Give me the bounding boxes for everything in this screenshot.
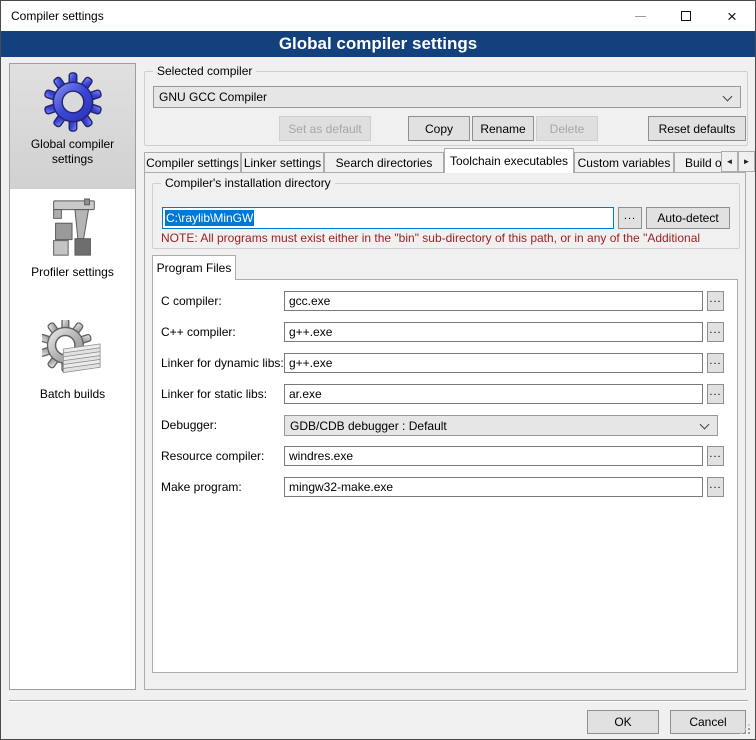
copy-button[interactable]: Copy bbox=[408, 116, 470, 141]
dynamic-linker-label: Linker for dynamic libs: bbox=[161, 356, 284, 370]
c-compiler-label: C compiler: bbox=[161, 294, 222, 308]
resource-compiler-input[interactable] bbox=[284, 446, 703, 466]
blue-gear-icon bbox=[43, 72, 103, 132]
resource-compiler-browse-button[interactable]: ... bbox=[707, 446, 724, 466]
tab-scroll-left-button[interactable]: ◄ bbox=[721, 151, 738, 172]
debugger-select[interactable]: GDB/CDB debugger : Default bbox=[284, 415, 718, 436]
bin-subdirectory-note: NOTE: All programs must exist either in … bbox=[161, 231, 735, 245]
sidebar-item-profiler-settings[interactable]: Profiler settings bbox=[10, 194, 135, 294]
c-compiler-browse-button[interactable]: ... bbox=[707, 291, 724, 311]
sidebar-item-batch-builds[interactable]: Batch builds bbox=[10, 316, 135, 416]
sidebar-item-label: Profiler settings bbox=[17, 265, 129, 280]
scroll-right-icon: ► bbox=[743, 157, 751, 166]
resource-compiler-label: Resource compiler: bbox=[161, 449, 264, 463]
delete-button[interactable]: Delete bbox=[536, 116, 598, 141]
maximize-button[interactable] bbox=[663, 1, 709, 31]
rename-button[interactable]: Rename bbox=[472, 116, 534, 141]
installation-directory-input[interactable]: C:\raylib\MinGW bbox=[162, 207, 614, 229]
sidebar-item-label: Batch builds bbox=[17, 387, 129, 402]
make-program-input[interactable] bbox=[284, 477, 703, 497]
sidebar-item-global-compiler-settings[interactable]: Global compiler settings bbox=[10, 64, 135, 189]
chevron-down-icon bbox=[700, 420, 710, 430]
maximize-icon bbox=[681, 11, 691, 21]
static-linker-input[interactable] bbox=[284, 384, 703, 404]
installation-directory-group-title: Compiler's installation directory bbox=[161, 176, 335, 191]
chevron-down-icon bbox=[723, 92, 733, 102]
settings-category-list: Global compiler settings Profiler settin… bbox=[9, 63, 136, 690]
make-program-browse-button[interactable]: ... bbox=[707, 477, 724, 497]
page-title: Global compiler settings bbox=[279, 34, 477, 54]
installation-directory-browse-button[interactable]: ... bbox=[618, 207, 642, 229]
window-controls: × bbox=[617, 1, 755, 31]
compiler-settings-dialog: Compiler settings × Global compiler sett… bbox=[0, 0, 756, 740]
reset-defaults-button[interactable]: Reset defaults bbox=[648, 116, 746, 141]
close-icon: × bbox=[727, 8, 737, 25]
cpp-compiler-label: C++ compiler: bbox=[161, 325, 236, 339]
compiler-select-value: GNU GCC Compiler bbox=[159, 90, 267, 104]
resize-grip[interactable] bbox=[740, 724, 750, 734]
cpp-compiler-input[interactable] bbox=[284, 322, 703, 342]
set-as-default-button[interactable]: Set as default bbox=[279, 116, 371, 141]
batch-builds-icon bbox=[42, 320, 104, 382]
auto-detect-button[interactable]: Auto-detect bbox=[646, 207, 730, 229]
cpp-compiler-browse-button[interactable]: ... bbox=[707, 322, 724, 342]
compiler-select[interactable]: GNU GCC Compiler bbox=[153, 86, 741, 108]
close-button[interactable]: × bbox=[709, 1, 755, 31]
window-title: Compiler settings bbox=[11, 1, 104, 31]
tab-scroll-right-button[interactable]: ► bbox=[738, 151, 755, 172]
footer-divider bbox=[9, 700, 748, 702]
subtab-program-files[interactable]: Program Files bbox=[152, 255, 236, 280]
tab-toolchain-executables[interactable]: Toolchain executables bbox=[444, 148, 574, 173]
dialog-header: Global compiler settings bbox=[1, 31, 755, 57]
tab-linker-settings[interactable]: Linker settings bbox=[241, 152, 324, 173]
installation-directory-value: C:\raylib\MinGW bbox=[165, 210, 254, 226]
tab-compiler-settings[interactable]: Compiler settings bbox=[144, 152, 241, 173]
title-bar[interactable]: Compiler settings × bbox=[1, 1, 755, 31]
minimize-icon bbox=[635, 16, 646, 17]
static-linker-label: Linker for static libs: bbox=[161, 387, 267, 401]
tab-search-directories[interactable]: Search directories bbox=[324, 152, 444, 173]
make-program-label: Make program: bbox=[161, 480, 242, 494]
static-linker-browse-button[interactable]: ... bbox=[707, 384, 724, 404]
dynamic-linker-input[interactable] bbox=[284, 353, 703, 373]
sidebar-item-label: Global compiler settings bbox=[17, 137, 129, 167]
selected-compiler-group-title: Selected compiler bbox=[153, 64, 256, 79]
dynamic-linker-browse-button[interactable]: ... bbox=[707, 353, 724, 373]
debugger-label: Debugger: bbox=[161, 418, 217, 432]
caliper-icon bbox=[42, 198, 104, 260]
ok-button[interactable]: OK bbox=[587, 710, 659, 734]
tab-custom-variables[interactable]: Custom variables bbox=[574, 152, 674, 173]
c-compiler-input[interactable] bbox=[284, 291, 703, 311]
cancel-button[interactable]: Cancel bbox=[670, 710, 746, 734]
scroll-left-icon: ◄ bbox=[726, 157, 734, 166]
minimize-button[interactable] bbox=[617, 1, 663, 31]
debugger-select-value: GDB/CDB debugger : Default bbox=[290, 419, 447, 433]
